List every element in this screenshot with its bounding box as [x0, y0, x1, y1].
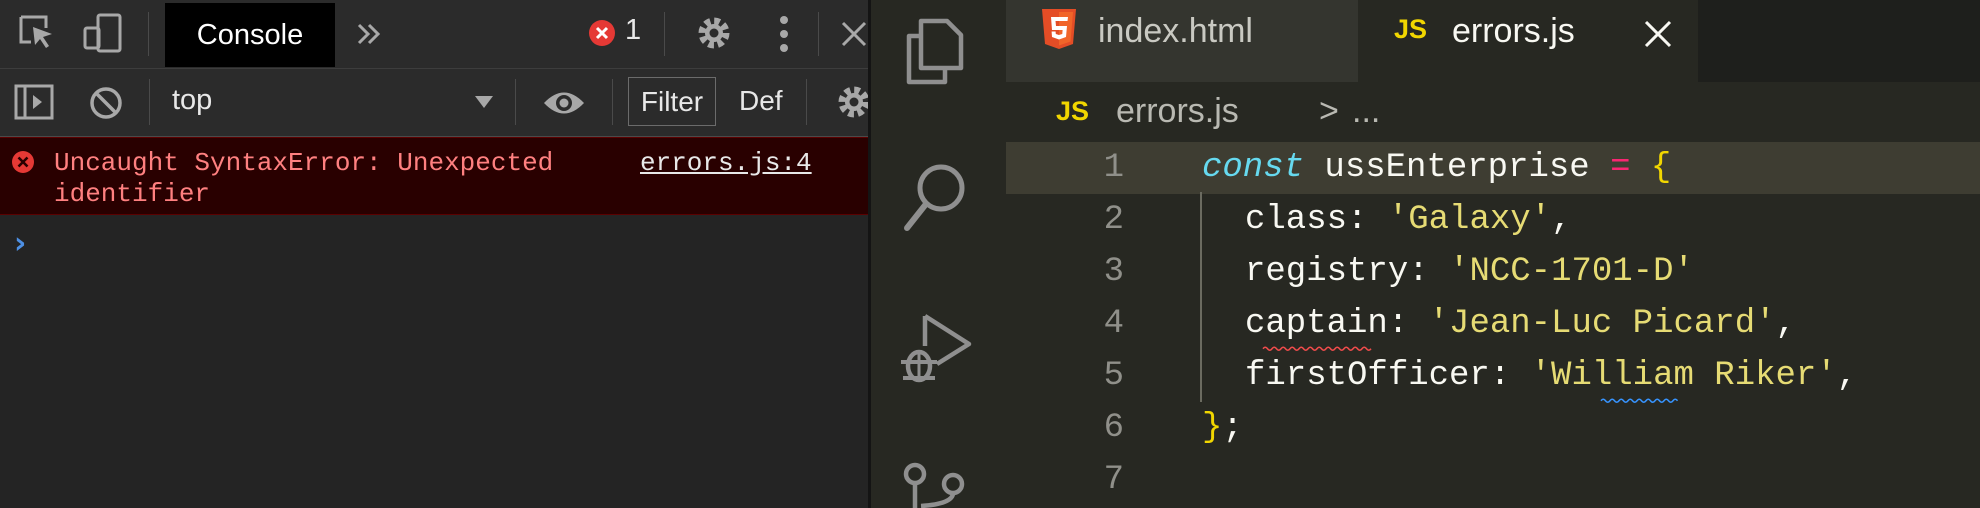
code-line[interactable]: 6 }; — [1006, 402, 1980, 454]
tab-label: index.html — [1098, 12, 1253, 50]
code-line[interactable]: 2 class: 'Galaxy', — [1006, 194, 1980, 246]
toolbar-separator — [818, 12, 819, 56]
toolbar-separator — [664, 12, 665, 56]
tab-index-html[interactable]: index.html — [1006, 0, 1358, 82]
breadcrumb-separator: > — [1319, 92, 1339, 130]
js-file-icon: JS — [1056, 96, 1090, 126]
error-icon — [12, 151, 34, 173]
line-number: 1 — [1103, 149, 1124, 187]
string-token: 'Galaxy' — [1387, 201, 1552, 239]
tab-console[interactable]: Console — [165, 3, 335, 67]
code-line[interactable]: 3 registry: 'NCC-1701-D' — [1006, 246, 1980, 298]
tab-errors-js[interactable]: JS errors.js — [1358, 0, 1698, 82]
error-source-link[interactable]: errors.js:4 — [640, 148, 812, 179]
comma-token: , — [1551, 201, 1572, 239]
code-line[interactable]: 5 firstOfficer: 'William Riker', — [1006, 350, 1980, 402]
colon-token: : — [1387, 305, 1429, 343]
string-token: 'William Riker' — [1530, 357, 1837, 395]
colon-token: : — [1347, 201, 1388, 239]
string-token: 'Jean-Luc Picard' — [1428, 305, 1776, 343]
line-number: 7 — [1103, 461, 1124, 499]
code-editor[interactable]: 1 const ussEnterprise = { 2 class: 'Gala… — [1006, 142, 1980, 508]
js-file-icon: JS — [1394, 14, 1428, 44]
devtools-panel: Console 1 top Filter Def Uncaught Syntax… — [0, 0, 870, 508]
keyword-token: const — [1202, 149, 1305, 187]
comma-token: , — [1836, 357, 1858, 395]
operator-token: = — [1610, 149, 1631, 187]
identifier-token: ussEnterprise — [1304, 149, 1611, 187]
code-line[interactable]: 4 captain: 'Jean-Luc Picard', — [1006, 298, 1980, 350]
settings-gear-icon[interactable] — [694, 13, 734, 53]
more-tabs-icon[interactable] — [355, 20, 383, 48]
console-filter-bar — [0, 69, 870, 137]
eye-icon[interactable] — [542, 88, 586, 118]
context-selector-value: top — [172, 84, 213, 116]
string-token: 'NCC-1701-D' — [1449, 253, 1694, 291]
close-icon[interactable] — [1643, 19, 1673, 49]
clear-console-icon[interactable] — [88, 85, 124, 121]
activity-bar — [871, 0, 1006, 508]
error-text: Uncaught SyntaxError: Unexpected identif… — [54, 148, 554, 209]
line-number: 3 — [1103, 253, 1124, 291]
breadcrumb-item-file[interactable]: errors.js — [1116, 92, 1239, 131]
code-line[interactable]: 1 const ussEnterprise = { — [1006, 142, 1980, 194]
inspect-element-icon[interactable] — [18, 14, 56, 52]
brace-token: { — [1630, 149, 1672, 187]
explorer-files-icon[interactable] — [905, 16, 965, 86]
device-toolbar-icon[interactable] — [82, 12, 124, 54]
html5-icon — [1042, 9, 1076, 49]
vscode-window: index.html JS errors.js JS errors.js > .… — [871, 0, 1980, 508]
sidebar-toggle-icon[interactable] — [14, 83, 54, 121]
source-control-icon[interactable] — [901, 460, 969, 508]
toolbar-separator — [806, 79, 807, 125]
kebab-menu-icon[interactable] — [776, 14, 792, 54]
toolbar-separator — [612, 79, 613, 125]
filter-button[interactable]: Filter — [628, 77, 716, 126]
editor-tab-strip: index.html JS errors.js — [1006, 0, 1980, 82]
line-number: 2 — [1103, 201, 1124, 239]
close-icon[interactable] — [838, 18, 868, 50]
code-line[interactable]: 7 — [1006, 454, 1980, 506]
property-token: captain — [1245, 305, 1388, 343]
prompt-chevron-icon[interactable]: › — [14, 226, 26, 261]
warning-squiggle — [1600, 398, 1679, 403]
breadcrumb-item-symbol[interactable]: ... — [1352, 92, 1380, 131]
error-count-badge[interactable]: 1 — [625, 14, 641, 47]
colon-token: : — [1408, 253, 1450, 291]
line-number: 5 — [1103, 357, 1124, 395]
tab-label: errors.js — [1452, 12, 1575, 50]
error-icon[interactable] — [588, 19, 616, 47]
search-icon[interactable] — [901, 158, 971, 238]
error-squiggle — [1262, 346, 1372, 351]
log-levels-dropdown[interactable]: Def — [739, 85, 783, 117]
line-number: 6 — [1103, 409, 1124, 447]
property-token: class — [1245, 201, 1348, 239]
toolbar-separator — [148, 12, 149, 56]
devtools-toolbar: Console 1 — [0, 0, 868, 69]
comma-token: , — [1775, 305, 1796, 343]
brace-token: } — [1202, 409, 1223, 447]
run-debug-icon[interactable] — [897, 308, 973, 388]
property-token: firstOfficer — [1245, 357, 1490, 395]
semicolon-token: ; — [1222, 409, 1243, 447]
property-token: registry — [1245, 253, 1409, 291]
console-error-message: Uncaught SyntaxError: Unexpected identif… — [0, 137, 868, 215]
toolbar-separator — [515, 79, 516, 125]
indent-guide — [1200, 192, 1202, 402]
line-number: 4 — [1103, 305, 1124, 343]
colon-token: : — [1489, 357, 1531, 395]
dropdown-triangle-icon[interactable] — [474, 94, 494, 110]
